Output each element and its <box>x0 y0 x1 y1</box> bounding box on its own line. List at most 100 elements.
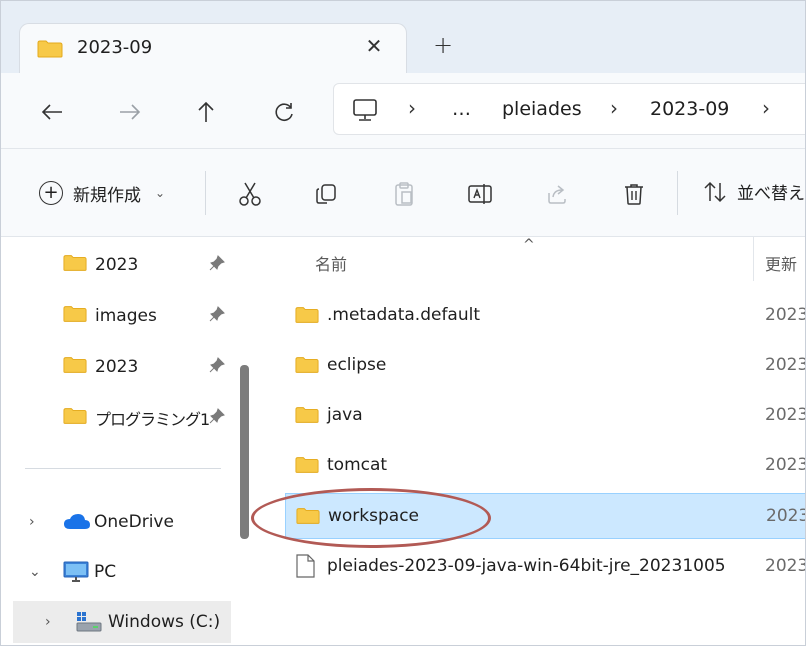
folder-icon <box>295 356 319 378</box>
new-button[interactable]: + 新規作成 ⌄ <box>39 179 165 207</box>
copy-icon <box>316 184 336 204</box>
tree-item-onedrive[interactable]: › OneDrive <box>1 501 233 543</box>
folder-icon <box>295 406 319 428</box>
chevron-down-icon: ⌄ <box>155 186 166 200</box>
command-bar: + 新規作成 ⌄ 並べ替え <box>1 149 805 237</box>
share-icon <box>548 185 566 204</box>
list-item[interactable]: pleiades-2023-09-java-win-64bit-jre_2023… <box>285 544 806 590</box>
sort-button-label: 並べ替え <box>737 184 805 204</box>
tree-item-label: PC <box>94 562 117 582</box>
breadcrumb-separator: › <box>408 96 416 120</box>
pin-icon <box>209 306 225 326</box>
quick-access-label: 2023 <box>95 255 139 275</box>
up-arrow-icon <box>198 101 214 122</box>
list-item[interactable]: .metadata.default 2023 <box>285 293 806 339</box>
pin-icon <box>209 357 225 377</box>
drive-icon <box>76 611 102 637</box>
quick-access-item[interactable]: images <box>63 296 243 336</box>
rename-button[interactable] <box>463 177 497 211</box>
title-bar: 2023-09 ✕ + <box>1 1 805 73</box>
file-name: pleiades-2023-09-java-win-64bit-jre_2023… <box>327 556 726 576</box>
toolbar-divider <box>205 171 206 215</box>
file-explorer-window: 2023-09 ✕ + › … pleiades › 2023-09 › + 新… <box>0 0 806 646</box>
column-divider[interactable] <box>753 237 754 281</box>
tree-item-label: OneDrive <box>94 512 174 532</box>
chevron-right-icon[interactable]: › <box>45 614 51 630</box>
file-name: tomcat <box>327 455 388 475</box>
cut-icon <box>239 182 261 206</box>
paste-icon <box>395 182 413 206</box>
quick-access-label: 2023 <box>95 357 139 377</box>
share-button[interactable] <box>541 177 575 211</box>
file-list: ^ 名前 更新 .metadata.default 2023 eclipse 2… <box>257 237 806 645</box>
folder-icon <box>63 407 87 429</box>
breadcrumb-overflow[interactable]: … <box>452 98 471 120</box>
list-item[interactable]: java 2023 <box>285 393 805 439</box>
quick-access-item[interactable]: 2023 <box>63 245 243 285</box>
quick-access-item[interactable]: プログラミング1 <box>63 398 243 438</box>
quick-access-item[interactable]: 2023 <box>63 347 243 387</box>
cut-button[interactable] <box>233 177 267 211</box>
file-date: 2023 <box>766 506 806 526</box>
up-button[interactable] <box>189 95 223 129</box>
refresh-button[interactable] <box>267 95 301 129</box>
pc-icon <box>63 561 89 587</box>
file-date: 2023 <box>765 455 806 475</box>
add-circle-icon: + <box>39 181 63 205</box>
column-header-date[interactable]: 更新 <box>765 251 797 275</box>
sidebar-divider <box>25 468 221 469</box>
pin-icon <box>209 408 225 428</box>
column-header-name[interactable]: 名前 <box>315 251 347 275</box>
tree-item-label: Windows (C:) <box>108 612 221 632</box>
tree-item-windows-c[interactable]: › Windows (C:) <box>13 601 231 643</box>
folder-icon <box>295 306 319 328</box>
breadcrumb-separator: › <box>762 96 770 120</box>
folder-icon <box>296 507 320 529</box>
list-item[interactable]: eclipse 2023 <box>285 343 806 389</box>
breadcrumb-pleiades[interactable]: pleiades <box>502 98 582 120</box>
forward-button[interactable] <box>113 95 147 129</box>
toolbar-divider <box>677 171 678 215</box>
tab-2023-09[interactable]: 2023-09 ✕ <box>19 23 407 73</box>
list-item-selected[interactable]: workspace 2023 <box>285 493 806 539</box>
sort-button[interactable]: 並べ替え <box>703 179 805 204</box>
file-name: workspace <box>328 506 420 526</box>
chevron-down-icon[interactable]: ⌄ <box>29 564 41 580</box>
refresh-icon <box>275 103 293 121</box>
back-arrow-icon <box>41 104 62 120</box>
navigation-bar: › … pleiades › 2023-09 › <box>1 73 805 149</box>
rename-icon <box>468 184 492 204</box>
delete-icon <box>625 184 643 205</box>
paste-button[interactable] <box>387 177 421 211</box>
address-bar[interactable]: › … pleiades › 2023-09 › <box>333 83 805 135</box>
sort-caret-icon: ^ <box>523 237 535 253</box>
list-item[interactable]: tomcat 2023 <box>285 443 806 489</box>
pin-icon <box>209 255 225 275</box>
folder-icon <box>63 356 87 378</box>
copy-button[interactable] <box>309 177 343 211</box>
quick-access-label: プログラミング1 <box>95 410 210 429</box>
folder-icon <box>63 254 87 276</box>
file-date: 2023 <box>765 305 806 325</box>
chevron-right-icon[interactable]: › <box>29 514 35 530</box>
monitor-icon <box>352 98 378 126</box>
breadcrumb-2023-09[interactable]: 2023-09 <box>650 98 729 120</box>
sidebar-scrollbar[interactable] <box>240 365 249 539</box>
tree-item-pc[interactable]: ⌄ PC <box>1 551 233 593</box>
close-tab-icon[interactable]: ✕ <box>360 32 388 60</box>
new-tab-button[interactable]: + <box>429 31 457 59</box>
breadcrumb-separator: › <box>610 96 618 120</box>
onedrive-icon <box>63 513 91 535</box>
file-date: 2023 <box>765 556 806 576</box>
file-icon <box>295 554 315 582</box>
folder-icon <box>295 456 319 478</box>
delete-button[interactable] <box>617 177 651 211</box>
file-date: 2023 <box>765 355 806 375</box>
sort-icon <box>704 181 726 202</box>
navigation-pane: 2023 images 2023 プログラミング1 › OneDrive ⌄ P… <box>1 237 257 645</box>
quick-access-label: images <box>95 306 157 326</box>
file-name: java <box>327 405 363 425</box>
file-name: .metadata.default <box>327 305 481 325</box>
back-button[interactable] <box>35 95 69 129</box>
file-name: eclipse <box>327 355 387 375</box>
